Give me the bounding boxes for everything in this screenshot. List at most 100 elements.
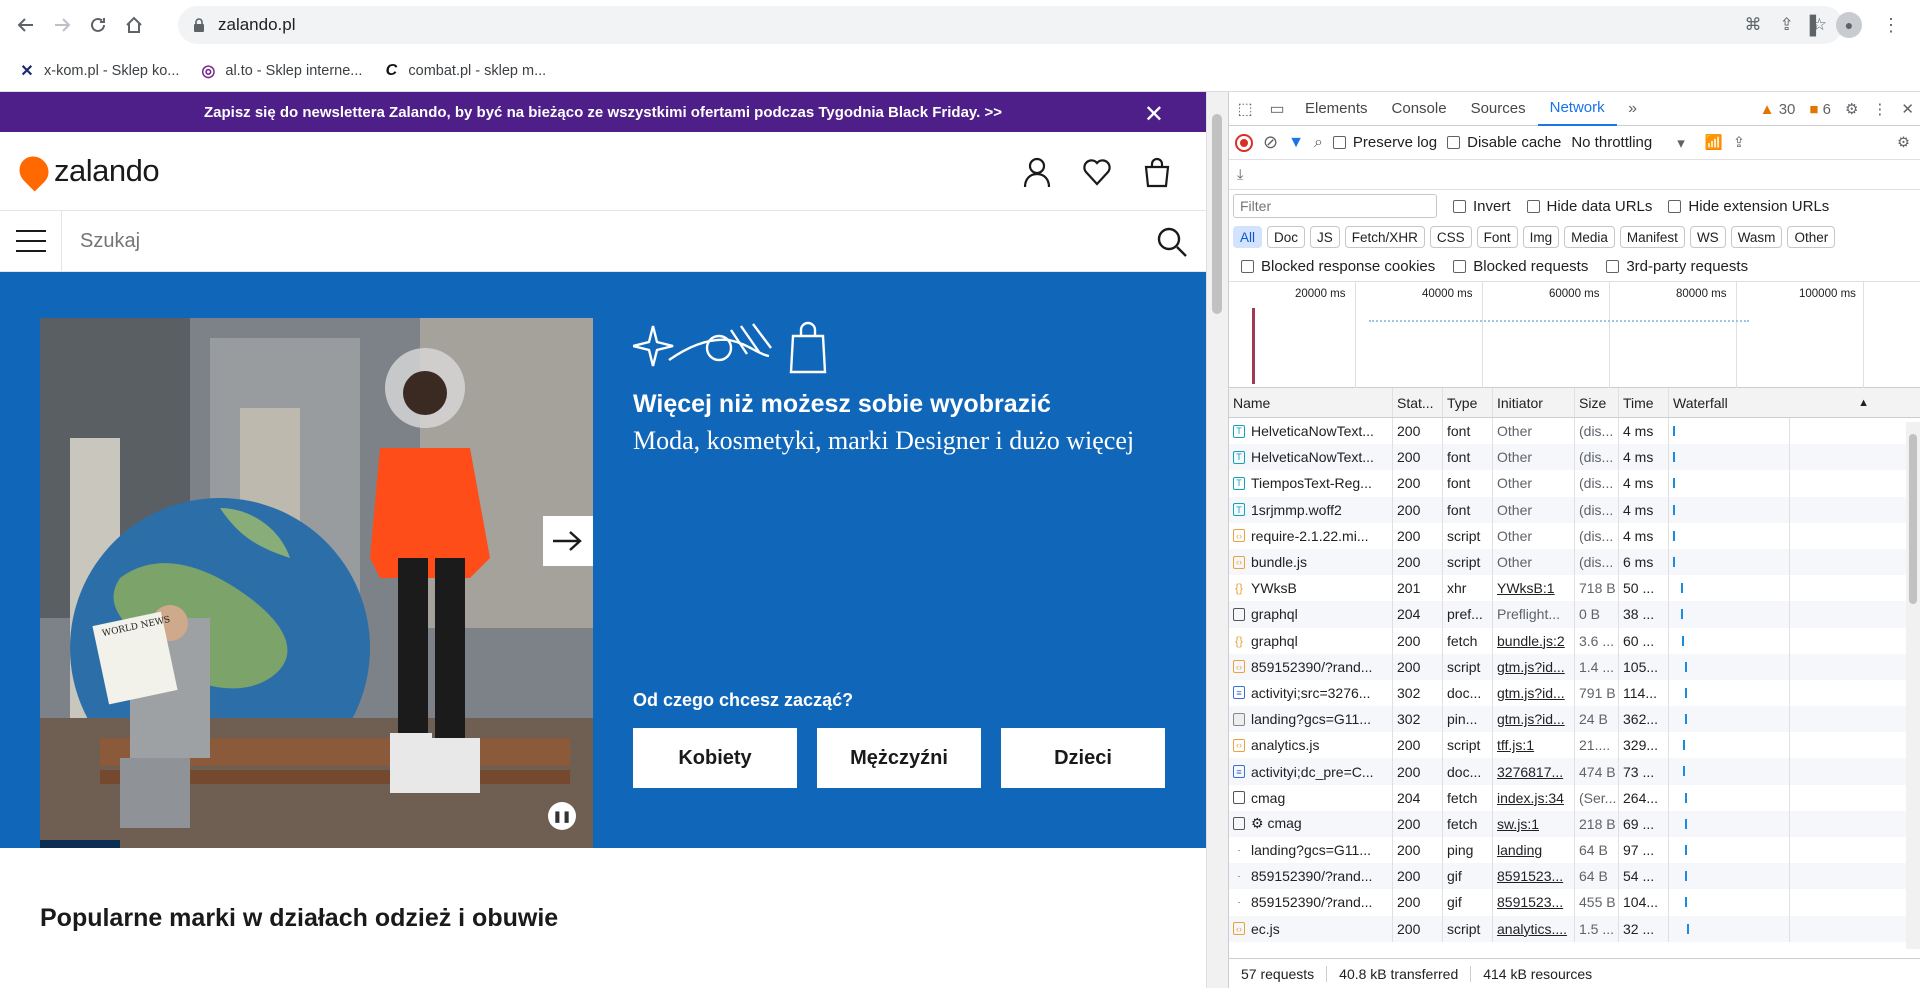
checkbox-box[interactable]	[1606, 260, 1620, 273]
checkbox-box[interactable]	[1453, 199, 1466, 213]
table-scrollbar-thumb[interactable]	[1909, 434, 1917, 604]
request-name-cell[interactable]: ⚙ cmag	[1229, 810, 1393, 837]
hide-data-urls-checkbox[interactable]: Hide data URLs	[1526, 198, 1652, 215]
request-initiator-cell[interactable]: index.js:34	[1493, 784, 1575, 811]
record-icon[interactable]	[1235, 133, 1253, 152]
request-name-cell[interactable]: ‹› bundle.js	[1229, 548, 1393, 576]
request-row[interactable]: ⚙ cmag 200 fetch sw.js:1 218 B 69 ...	[1229, 810, 1920, 837]
page-scrollbar-thumb[interactable]	[1212, 114, 1222, 314]
request-initiator-cell[interactable]: 8591523...	[1493, 889, 1575, 916]
filter-chip-font[interactable]: Font	[1476, 226, 1518, 248]
throttling-select[interactable]: No throttling ▾	[1571, 134, 1684, 152]
tab-console[interactable]: Console	[1380, 92, 1459, 126]
request-initiator-cell[interactable]: 3276817...	[1493, 758, 1575, 785]
page-scrollbar[interactable]	[1206, 92, 1228, 988]
filter-chip-media[interactable]: Media	[1564, 226, 1615, 248]
request-row[interactable]: ‹› require-2.1.22.mi... 200 script Other (dis…	[1229, 522, 1920, 549]
request-name-cell[interactable]: {} graphql	[1229, 627, 1393, 654]
request-row[interactable]: T 1srjmmp.woff2 200 font Other (dis... 4 ms	[1229, 496, 1920, 523]
col-type[interactable]: Type	[1443, 388, 1493, 417]
filter-funnel-icon[interactable]: ▼	[1288, 134, 1304, 152]
warnings-count[interactable]: ▲ 30	[1760, 101, 1796, 118]
request-name-cell[interactable]: T TiemposText-Reg...	[1229, 470, 1393, 497]
tab-network[interactable]: Network	[1537, 92, 1617, 126]
request-name-cell[interactable]: ‹› require-2.1.22.mi...	[1229, 522, 1393, 549]
close-banner-icon[interactable]: ✕	[1144, 100, 1164, 129]
issues-count[interactable]: ■ 6	[1809, 101, 1831, 118]
request-initiator-cell[interactable]: landing	[1493, 837, 1575, 864]
men-button[interactable]: Mężczyźni	[817, 728, 981, 788]
request-name-cell[interactable]: ‹› analytics.js	[1229, 732, 1393, 759]
col-time[interactable]: Time	[1619, 388, 1669, 417]
request-row[interactable]: ‹› bundle.js 200 script Other (dis... 6 ms	[1229, 548, 1920, 576]
request-name-cell[interactable]: ≡ activityi;dc_pre=C...	[1229, 758, 1393, 785]
table-scrollbar[interactable]	[1906, 422, 1920, 949]
request-initiator-cell[interactable]: 8591523...	[1493, 863, 1575, 890]
network-settings-icon[interactable]: ⚙	[1897, 135, 1910, 151]
bookmark-combat[interactable]: C combat.pl - sklep m...	[382, 62, 547, 80]
export-har-icon[interactable]: ⤓	[1237, 167, 1243, 183]
request-initiator-cell[interactable]: analytics....	[1493, 915, 1575, 942]
request-row[interactable]: ‹› 859152390/?rand... 200 script gtm.js?id..…	[1229, 653, 1920, 680]
kids-button[interactable]: Dzieci	[1001, 728, 1165, 788]
request-name-cell[interactable]: T HelveticaNowText...	[1229, 444, 1393, 471]
device-toolbar-icon[interactable]: ▭	[1261, 92, 1293, 126]
request-row[interactable]: cmag 204 fetch index.js:34 (Ser... 264...	[1229, 784, 1920, 811]
checkbox-box[interactable]	[1332, 136, 1346, 149]
request-row[interactable]: · 859152390/?rand... 200 gif 8591523... 455 B…	[1229, 889, 1920, 916]
hamburger-menu-icon[interactable]	[0, 210, 62, 272]
request-name-cell[interactable]: graphql	[1229, 601, 1393, 628]
network-conditions-icon[interactable]: 📶	[1705, 134, 1723, 151]
request-row[interactable]: · landing?gcs=G11... 200 ping landing 64 B 97 …	[1229, 837, 1920, 864]
request-row[interactable]: graphql 204 pref... Preflight... 0 B 38 ...	[1229, 601, 1920, 628]
tab-elements[interactable]: Elements	[1293, 92, 1380, 126]
request-name-cell[interactable]: · 859152390/?rand...	[1229, 889, 1393, 916]
request-row[interactable]: ≡ activityi;src=3276... 302 doc... gtm.js?id…	[1229, 679, 1920, 707]
checkbox-box[interactable]	[1447, 136, 1461, 149]
bookmark-xkom[interactable]: ✕ x-kom.pl - Sklep ko...	[18, 62, 179, 80]
request-initiator-cell[interactable]: gtm.js?id...	[1493, 653, 1575, 680]
reload-button[interactable]	[80, 7, 116, 43]
filter-chip-wasm[interactable]: Wasm	[1730, 226, 1783, 248]
request-row[interactable]: ≡ activityi;dc_pre=C... 200 doc... 3276817..…	[1229, 758, 1920, 785]
tab-sources[interactable]: Sources	[1459, 92, 1538, 126]
request-name-cell[interactable]: ‹› ec.js	[1229, 915, 1393, 942]
request-row[interactable]: T TiemposText-Reg... 200 font Other (dis... 4 …	[1229, 470, 1920, 497]
col-waterfall[interactable]: Waterfall ▲	[1669, 388, 1889, 417]
filter-chip-css[interactable]: CSS	[1429, 226, 1472, 248]
menu-kebab-icon[interactable]: ⋮	[1882, 15, 1900, 36]
side-panel-icon[interactable]: ▐	[1803, 15, 1816, 36]
request-row[interactable]: T HelveticaNowText... 200 font Other (dis... 4…	[1229, 444, 1920, 471]
search-input[interactable]	[80, 229, 1080, 253]
filter-chip-fetch-xhr[interactable]: Fetch/XHR	[1344, 226, 1425, 248]
preserve-log-checkbox[interactable]: Preserve log	[1332, 134, 1437, 151]
import-har-icon[interactable]: ⇪	[1733, 135, 1745, 151]
request-initiator-cell[interactable]: gtm.js?id...	[1493, 679, 1575, 707]
search-icon[interactable]	[1156, 226, 1188, 258]
women-button[interactable]: Kobiety	[633, 728, 797, 788]
col-status[interactable]: Stat...	[1393, 388, 1443, 417]
request-name-cell[interactable]: T HelveticaNowText...	[1229, 418, 1393, 445]
newsletter-banner[interactable]: Zapisz się do newslettera Zalando, by by…	[0, 92, 1206, 132]
network-overview-timeline[interactable]: 20000 ms 40000 ms 60000 ms 80000 ms 1000…	[1229, 282, 1920, 388]
request-row[interactable]: {} graphql 200 fetch bundle.js:2 3.6 ... 60 ..…	[1229, 627, 1920, 654]
filter-chip-img[interactable]: Img	[1522, 226, 1560, 248]
request-name-cell[interactable]: landing?gcs=G11...	[1229, 706, 1393, 733]
invert-checkbox[interactable]: Invert	[1453, 198, 1511, 215]
disable-cache-checkbox[interactable]: Disable cache	[1447, 134, 1561, 151]
request-row[interactable]: T HelveticaNowText... 200 font Other (dis... 4…	[1229, 418, 1920, 445]
request-initiator-cell[interactable]: tff.js:1	[1493, 732, 1575, 759]
request-name-cell[interactable]: {} YWksB	[1229, 575, 1393, 602]
request-name-cell[interactable]: ‹› 859152390/?rand...	[1229, 653, 1393, 680]
hide-extension-urls-checkbox[interactable]: Hide extension URLs	[1668, 198, 1829, 215]
account-icon[interactable]	[1022, 156, 1052, 188]
zalando-logo[interactable]: zalando	[13, 150, 160, 192]
settings-gear-icon[interactable]: ⚙	[1845, 100, 1858, 118]
clear-icon[interactable]: ⊘	[1263, 132, 1278, 153]
request-row[interactable]: landing?gcs=G11... 302 pin... gtm.js?id... 2…	[1229, 706, 1920, 733]
close-devtools-icon[interactable]: ✕	[1901, 100, 1914, 118]
filter-chip-other[interactable]: Other	[1787, 226, 1836, 248]
blocked-requests-checkbox[interactable]: Blocked requests	[1453, 258, 1588, 275]
filter-chip-all[interactable]: All	[1233, 226, 1263, 248]
request-initiator-cell[interactable]: YWksB:1	[1493, 575, 1575, 602]
